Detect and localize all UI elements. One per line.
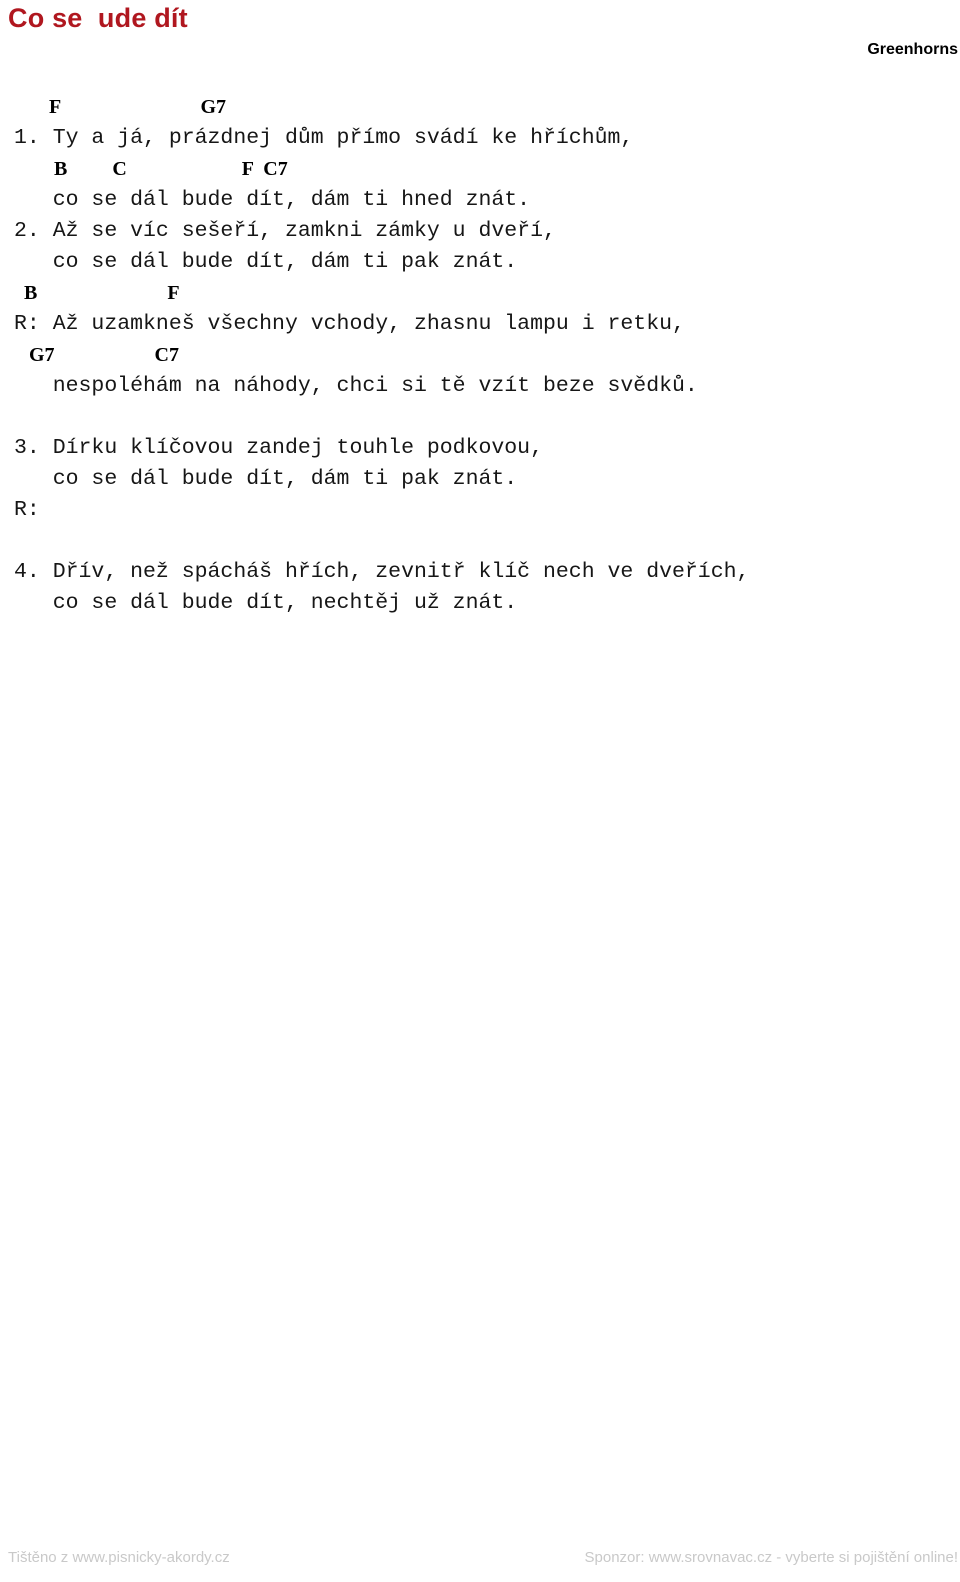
lyric-line: 4. Dřív, než spácháš hřích, zevnitř klíč… [14, 560, 750, 584]
chord-line: B C F C7 [14, 158, 288, 180]
chord-line: F G7 [14, 96, 227, 118]
footer-sponsor: Sponzor: www.srovnavac.cz - vyberte si p… [584, 1549, 959, 1566]
lyric-line: co se dál bude dít, dám ti hned znát. [14, 188, 531, 212]
lyric-line: R: Až uzamkneš všechny vchody, zhasnu la… [14, 312, 685, 336]
lyric-line: co se dál bude dít, dám ti pak znát. [14, 250, 518, 274]
chord-line: G7 C7 [14, 344, 179, 366]
chord-line: B F [14, 282, 180, 304]
song-lyrics-body: F G7 1. Ty a já, prázdnej dům přímo svádí… [0, 92, 960, 619]
page-title: Co se ude dít [8, 3, 188, 33]
lyric-line: 1. Ty a já, prázdnej dům přímo svádí ke … [14, 126, 634, 150]
lyric-line: 3. Dírku klíčovou zandej touhle podkovou… [14, 436, 543, 460]
lyric-line: 2. Až se víc sešeří, zamkni zámky u dveř… [14, 219, 556, 243]
footer-print-source: Tištěno z www.pisnicky-akordy.cz [8, 1549, 230, 1566]
lyric-line: nespoléhám na náhody, chci si tě vzít be… [14, 374, 698, 398]
lyric-line: co se dál bude dít, nechtěj už znát. [14, 591, 518, 615]
artist-name: Greenhorns [867, 41, 958, 58]
lyric-line: R: [14, 498, 40, 522]
page-footer: Tištěno z www.pisnicky-akordy.cz Sponzor… [0, 1546, 960, 1568]
lyric-line: co se dál bude dít, dám ti pak znát. [14, 467, 518, 491]
